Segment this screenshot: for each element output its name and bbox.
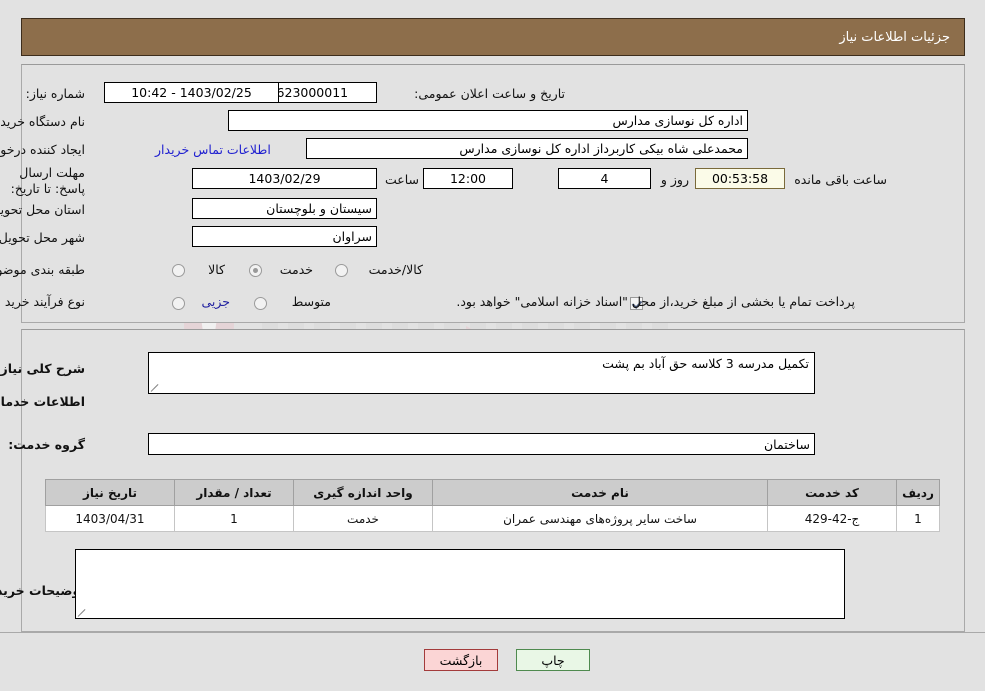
deadline-hour-label: ساعت xyxy=(384,172,419,187)
page-root: جزئیات اطلاعات نیاز شماره نیاز: 11030036… xyxy=(0,0,985,691)
countdown-timer: 00:53:58 xyxy=(695,168,785,189)
radio-category-kala-label: کالا xyxy=(208,262,225,277)
countdown-label: ساعت باقی مانده xyxy=(794,172,887,187)
radio-category-kala[interactable] xyxy=(172,264,185,277)
buyer-notes-label: توضیحات خریدار: xyxy=(0,583,85,598)
services-section-title: اطلاعات خدمات مورد نیاز xyxy=(0,394,85,409)
buyer-org-label: نام دستگاه خریدار: xyxy=(0,114,85,129)
public-announce-label: تاریخ و ساعت اعلان عمومی: xyxy=(414,86,565,101)
cell-need-date: 1403/04/31 xyxy=(45,505,175,532)
remaining-days-value: 4 xyxy=(558,168,651,189)
deadline-label: مهلت ارسال پاسخ: تا تاریخ: xyxy=(10,165,85,196)
th-unit: واحد اندازه گیری xyxy=(293,479,433,506)
cell-service-name: ساخت سایر پروژه‌های مهندسی عمران xyxy=(432,505,768,532)
page-title: جزئیات اطلاعات نیاز xyxy=(839,29,950,45)
creator-label: ایجاد کننده درخواست: xyxy=(0,142,85,157)
city-label: شهر محل تحویل: xyxy=(0,230,85,245)
need-number-label: شماره نیاز: xyxy=(25,86,85,101)
need-desc-label: شرح کلی نیاز: xyxy=(0,361,85,376)
public-announce-value: 1403/02/25 - 10:42 xyxy=(104,82,279,103)
category-label: طبقه بندی موضوعی: xyxy=(0,262,85,277)
page-header: جزئیات اطلاعات نیاز xyxy=(21,18,965,56)
deadline-time-value: 12:00 xyxy=(423,168,513,189)
creator-value: محمدعلی شاه بیکی کاربرداز اداره کل نوساز… xyxy=(306,138,748,159)
cell-row-no: 1 xyxy=(896,505,940,532)
footer-divider xyxy=(0,632,985,633)
remaining-days-label: روز و xyxy=(660,172,689,187)
radio-category-kala-khedmat-label: کالا/خدمت xyxy=(368,262,423,277)
buyer-org-value: اداره کل نوسازی مدارس xyxy=(228,110,748,131)
th-row-no: ردیف xyxy=(896,479,940,506)
process-label: نوع فرآیند خرید : xyxy=(0,294,85,309)
th-service-name: نام خدمت xyxy=(432,479,768,506)
th-quantity: تعداد / مقدار xyxy=(174,479,294,506)
table-row: 1 ج-42-429 ساخت سایر پروژه‌های مهندسی عم… xyxy=(45,505,940,532)
cell-quantity: 1 xyxy=(174,505,294,532)
cell-service-code: ج-42-429 xyxy=(767,505,897,532)
resize-grip-icon[interactable] xyxy=(150,382,161,392)
buyer-notes-box[interactable] xyxy=(75,549,845,619)
th-service-code: کد خدمت xyxy=(767,479,897,506)
th-need-date: تاریخ نیاز xyxy=(45,479,175,506)
service-group-label: گروه خدمت: xyxy=(8,437,85,452)
resize-grip-icon[interactable] xyxy=(77,607,88,617)
radio-category-khedmat-label: خدمت xyxy=(279,262,313,277)
services-table: ردیف کد خدمت نام خدمت واحد اندازه گیری ت… xyxy=(45,479,940,532)
radio-category-kala-khedmat[interactable] xyxy=(335,264,348,277)
treasury-bond-note: پرداخت تمام یا بخشی از مبلغ خرید،از محل … xyxy=(456,294,855,309)
cell-unit: خدمت xyxy=(293,505,433,532)
need-desc-box[interactable]: تکمیل مدرسه 3 کلاسه حق آباد بم پشت xyxy=(148,352,815,394)
table-header-row: ردیف کد خدمت نام خدمت واحد اندازه گیری ت… xyxy=(45,479,940,506)
province-label: استان محل تحویل: xyxy=(0,202,85,217)
service-group-value: ساختمان xyxy=(148,433,815,455)
buyer-contact-link[interactable]: اطلاعات تماس خریدار xyxy=(155,142,271,157)
deadline-date-value: 1403/02/29 xyxy=(192,168,377,189)
radio-category-khedmat[interactable] xyxy=(249,264,262,277)
print-button[interactable]: چاپ xyxy=(516,649,590,671)
province-value: سیستان و بلوچستان xyxy=(192,198,377,219)
city-value: سراوان xyxy=(192,226,377,247)
need-desc-value: تکمیل مدرسه 3 کلاسه حق آباد بم پشت xyxy=(602,356,809,371)
back-button[interactable]: بازگشت xyxy=(424,649,498,671)
